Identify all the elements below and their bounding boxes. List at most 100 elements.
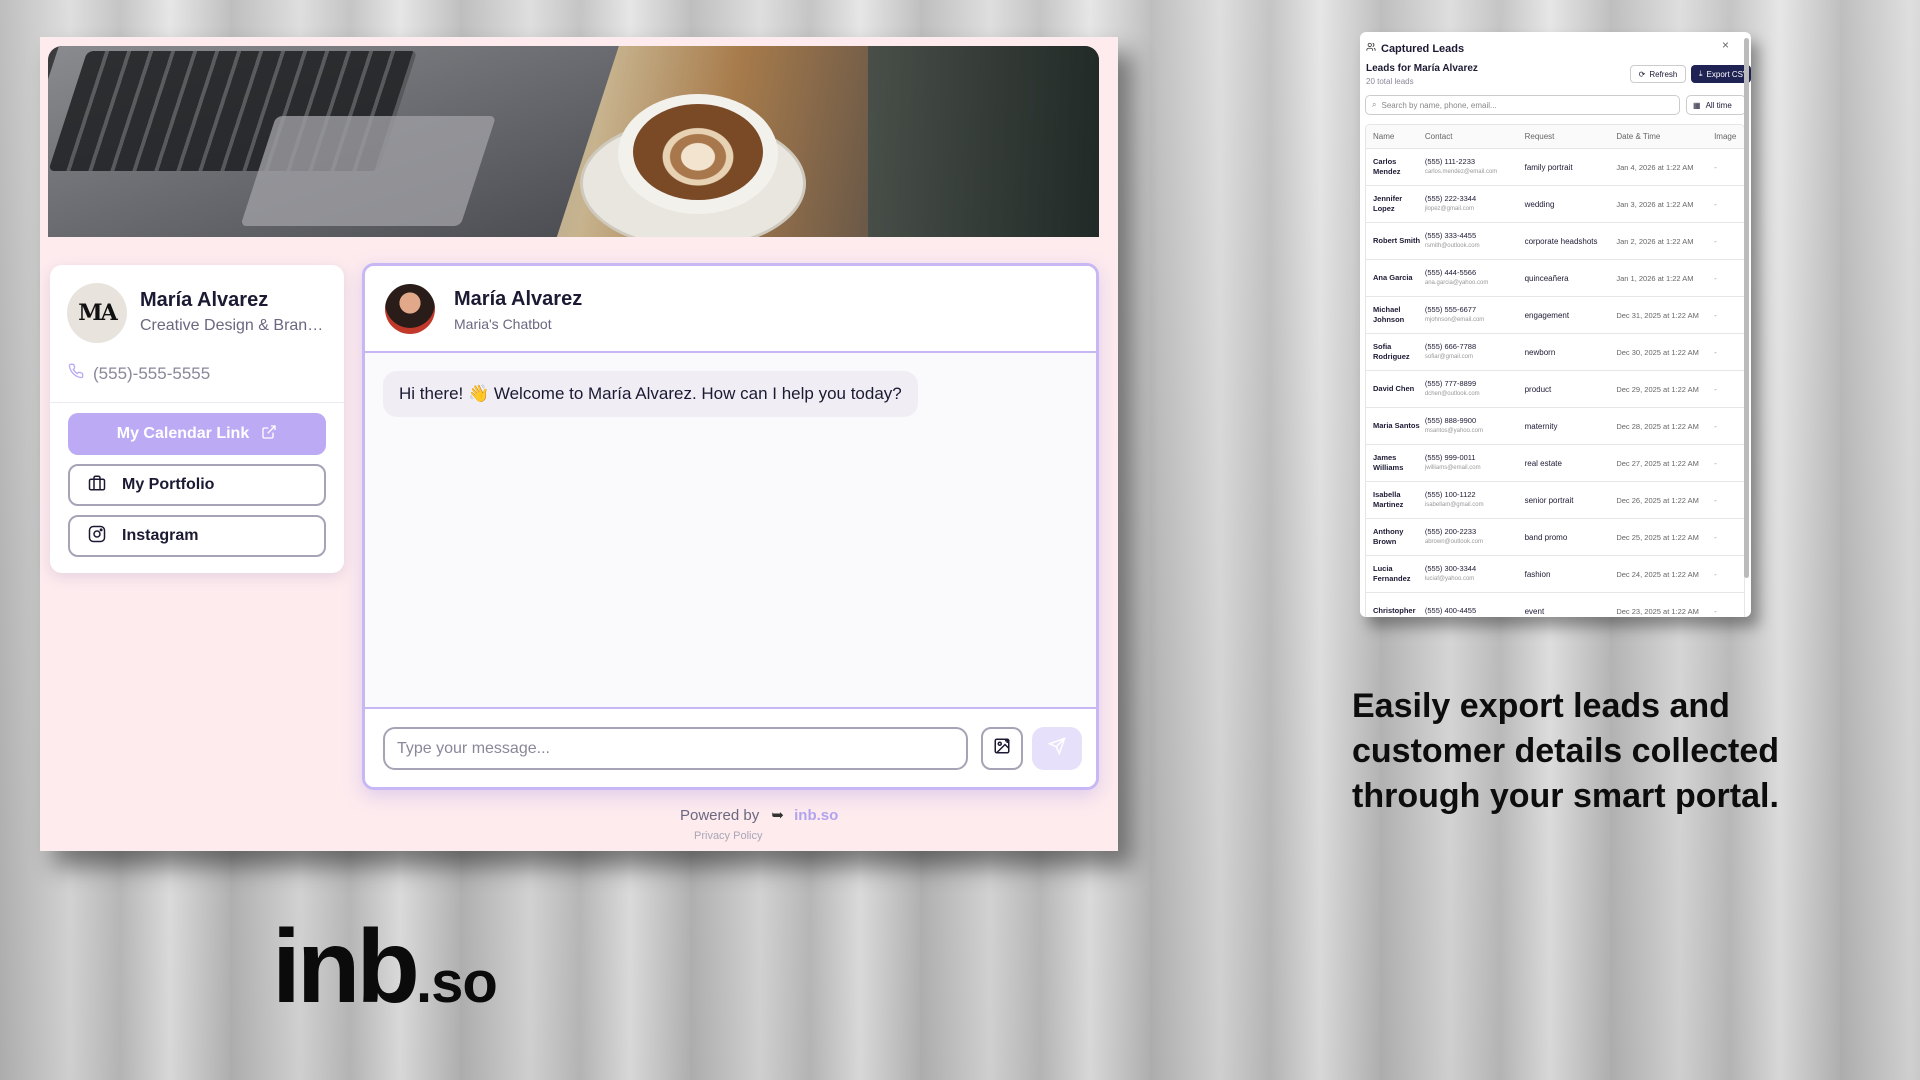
laptop-graphic [48, 46, 623, 237]
lead-date: Jan 4, 2026 at 1:22 AM [1616, 162, 1694, 172]
calendar-link-button[interactable]: My Calendar Link [68, 413, 326, 455]
welcome-message: Hi there! 👋 Welcome to María Alvarez. Ho… [383, 371, 918, 417]
lead-name: Sofia Rodriguez [1373, 342, 1410, 361]
brand-link[interactable]: inb.so [794, 807, 838, 824]
lead-name: Michael Johnson [1373, 305, 1405, 324]
table-row[interactable]: Isabella Martinez (555) 100-1122 isabellam… [1366, 482, 1744, 519]
lead-phone: (555) 222-3344 [1424, 194, 1477, 203]
profile-phone-link[interactable]: (555)-555-5555 [68, 363, 210, 384]
search-placeholder: Search by name, phone, email... [1381, 100, 1497, 110]
lead-date: Dec 29, 2025 at 1:22 AM [1616, 384, 1699, 394]
lead-request: maternity [1524, 421, 1558, 431]
image-upload-button[interactable] [981, 727, 1023, 770]
refresh-label: Refresh [1649, 69, 1678, 79]
lead-name: Lucia Fernandez [1373, 564, 1411, 583]
table-row[interactable]: Ana Garcia (555) 444-5566 ana.garcia@yahoo… [1366, 260, 1744, 297]
powered-by-label: Powered by [680, 807, 760, 824]
table-row[interactable]: Anthony Brown (555) 200-2233 abrown@outloo… [1366, 519, 1744, 556]
table-row[interactable]: Jennifer Lopez (555) 222-3344 jlopez@gmail… [1366, 186, 1744, 223]
lead-date: Jan 1, 2026 at 1:22 AM [1616, 273, 1694, 283]
lead-phone: (555) 777-8899 [1424, 379, 1477, 388]
lead-request: wedding [1524, 199, 1555, 209]
phone-icon [68, 363, 84, 384]
col-contact: Contact [1424, 131, 1453, 141]
lead-phone: (555) 555-6677 [1424, 305, 1477, 314]
lead-image: - [1714, 458, 1717, 468]
lead-request: corporate headshots [1524, 236, 1598, 246]
export-label: Export CSV [1706, 69, 1749, 79]
table-row[interactable]: Carlos Mendez (555) 111-2233 carlos.mendez… [1366, 149, 1744, 186]
lead-name: Maria Santos [1373, 421, 1420, 430]
lead-email: msantos@yahoo.com [1424, 428, 1483, 434]
lead-email: rsmith@outlook.com [1424, 243, 1480, 249]
lead-email: jlopez@gmail.com [1424, 206, 1474, 212]
lead-image: - [1714, 384, 1717, 394]
lead-contact: (555) 999-0011 jwilliams@email.com [1425, 453, 1525, 473]
table-row[interactable]: James Williams (555) 999-0011 jwilliams@em… [1366, 445, 1744, 482]
lead-contact: (555) 666-7788 sofiar@gmail.com [1425, 342, 1525, 362]
table-row[interactable]: Christopher (555) 400-4455 event Dec 23, 20… [1366, 593, 1744, 617]
lead-email: isabellam@gmail.com [1424, 502, 1484, 508]
lead-image: - [1714, 495, 1717, 505]
chat-avatar [385, 284, 435, 334]
chat-panel: María Alvarez Maria's Chatbot Hi there! … [362, 263, 1099, 790]
lead-image: - [1714, 310, 1717, 320]
lead-name: Robert Smith [1373, 236, 1421, 245]
portfolio-button[interactable]: My Portfolio [68, 464, 326, 506]
lead-date: Dec 30, 2025 at 1:22 AM [1616, 347, 1699, 357]
profile-name: María Alvarez [140, 289, 269, 311]
lead-image: - [1714, 606, 1717, 616]
lead-name: Ana Garcia [1373, 273, 1413, 282]
lead-image: - [1714, 532, 1717, 542]
message-input[interactable] [383, 727, 968, 770]
lead-name: Anthony Brown [1373, 527, 1404, 546]
privacy-policy-link[interactable]: Privacy Policy [694, 830, 762, 842]
chat-messages[interactable]: Hi there! 👋 Welcome to María Alvarez. Ho… [365, 353, 1096, 707]
lead-request: fashion [1524, 569, 1551, 579]
table-header: Name Contact Request Date & Time Image [1366, 125, 1744, 149]
refresh-button[interactable]: ⟳ Refresh [1630, 65, 1686, 83]
send-icon [1047, 737, 1066, 760]
lead-name: David Chen [1373, 384, 1415, 393]
briefcase-icon [88, 474, 106, 497]
lead-image: - [1714, 162, 1717, 172]
lead-request: senior portrait [1524, 495, 1574, 505]
table-row[interactable]: Maria Santos (555) 888-9900 msantos@yahoo.… [1366, 408, 1744, 445]
lead-image: - [1714, 273, 1717, 283]
send-button[interactable] [1032, 727, 1082, 770]
portal-window: MA María Alvarez Creative Design & Brand… [40, 37, 1118, 851]
lead-contact: (555) 111-2233 carlos.mendez@email.com [1425, 157, 1525, 177]
table-row[interactable]: Robert Smith (555) 333-4455 rsmith@outlook… [1366, 223, 1744, 260]
chat-header: María Alvarez Maria's Chatbot [365, 266, 1096, 353]
leads-title-text: Captured Leads [1381, 42, 1465, 55]
table-row[interactable]: Lucia Fernandez (555) 300-3344 luciaf@yaho… [1366, 556, 1744, 593]
table-row[interactable]: Michael Johnson (555) 555-6677 mjohnson@em… [1366, 297, 1744, 334]
instagram-button[interactable]: Instagram [68, 515, 326, 557]
lead-phone: (555) 300-3344 [1424, 564, 1477, 573]
lead-date: Dec 28, 2025 at 1:22 AM [1616, 421, 1699, 431]
col-date: Date & Time [1616, 132, 1661, 141]
lead-image: - [1714, 569, 1717, 579]
captured-leads-window: Captured Leads × Leads for María Alvarez… [1360, 32, 1751, 617]
leads-search-input[interactable]: ⌕ Search by name, phone, email... [1365, 95, 1680, 115]
search-icon: ⌕ [1372, 100, 1377, 109]
lead-request: quinceañera [1524, 273, 1569, 283]
export-csv-button[interactable]: ⤓ Export CSV [1691, 65, 1751, 83]
lead-name: Christopher [1373, 606, 1416, 615]
lead-request: newborn [1524, 347, 1556, 357]
inbso-logo: inb.so [272, 908, 498, 1027]
lead-phone: (555) 200-2233 [1424, 527, 1477, 536]
table-row[interactable]: Sofia Rodriguez (555) 666-7788 sofiar@gmai… [1366, 334, 1744, 371]
date-range-select[interactable]: ▦ All time [1686, 95, 1746, 115]
leads-table: Name Contact Request Date & Time Image C… [1365, 124, 1745, 617]
lead-date: Dec 26, 2025 at 1:22 AM [1616, 495, 1699, 505]
arrow-icon: ➥ [771, 807, 784, 824]
table-row[interactable]: David Chen (555) 777-8899 dchen@outlook.co… [1366, 371, 1744, 408]
lead-name: James Williams [1373, 453, 1404, 472]
lead-contact: (555) 333-4455 rsmith@outlook.com [1425, 231, 1525, 251]
close-icon[interactable]: × [1722, 38, 1729, 52]
lead-email: jwilliams@email.com [1424, 465, 1481, 471]
lead-image: - [1714, 347, 1717, 357]
leads-scrollbar[interactable] [1744, 38, 1749, 578]
lead-phone: (555) 333-4455 [1424, 231, 1477, 240]
